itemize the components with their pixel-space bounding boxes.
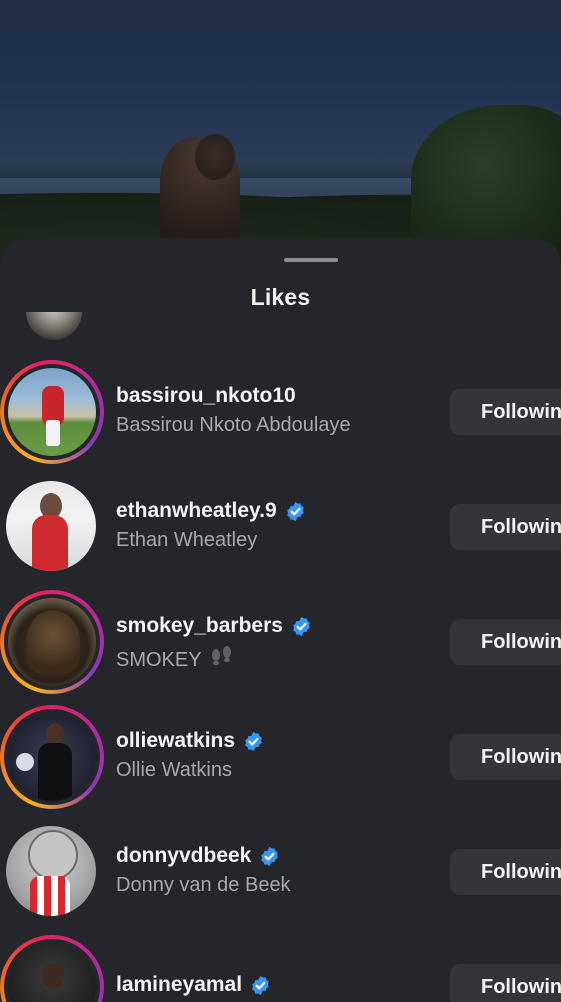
partial-avatar <box>26 312 82 340</box>
avatar-story-ring[interactable] <box>0 705 104 809</box>
like-row: bassirou_nkoto10 Bassirou Nkoto Abdoulay… <box>0 360 561 475</box>
footprints-icon <box>204 646 235 670</box>
avatar <box>6 826 96 916</box>
avatar-story-ring[interactable] <box>0 590 104 694</box>
sheet-title: Likes <box>250 284 311 310</box>
avatar-story-ring[interactable] <box>0 935 104 1002</box>
like-row: olliewatkins Ollie Watkins Following <box>0 705 561 820</box>
following-button[interactable]: Following <box>450 389 561 435</box>
following-button[interactable]: Following <box>450 734 561 780</box>
verified-badge-icon <box>259 846 280 867</box>
row-username[interactable]: lamineyamal <box>116 971 271 999</box>
avatar-story-ring[interactable] <box>0 360 104 464</box>
verified-badge-icon <box>250 975 271 996</box>
row-fullname: SMOKEY <box>116 644 312 671</box>
like-row: lamineyamal Following <box>0 935 561 1002</box>
following-button[interactable]: Following <box>450 849 561 895</box>
sheet-drag-handle[interactable] <box>284 258 338 262</box>
verified-badge-icon <box>285 501 306 522</box>
row-username[interactable]: bassirou_nkoto10 <box>116 382 351 410</box>
row-fullname: Ethan Wheatley <box>116 529 258 551</box>
row-username[interactable]: smokey_barbers <box>116 612 312 640</box>
row-fullname: Donny van de Beek <box>116 874 291 896</box>
avatar <box>8 368 96 456</box>
row-fullname: Bassirou Nkoto Abdoulaye <box>116 414 351 436</box>
row-username[interactable]: olliewatkins <box>116 727 264 755</box>
like-row: ethanwheatley.9 Ethan Wheatley Following <box>0 475 561 590</box>
background-post-photo <box>0 0 561 260</box>
following-button[interactable]: Following <box>450 964 561 1002</box>
row-username[interactable]: ethanwheatley.9 <box>116 497 306 525</box>
avatar-wrapper[interactable] <box>0 475 104 579</box>
background-trees <box>411 105 561 255</box>
like-row: donnyvdbeek Donny van de Beek Following <box>0 820 561 935</box>
following-button[interactable]: Following <box>450 619 561 665</box>
verified-badge-icon <box>291 616 312 637</box>
row-username[interactable]: donnyvdbeek <box>116 842 291 870</box>
row-fullname: Ollie Watkins <box>116 759 232 781</box>
verified-badge-icon <box>243 731 264 752</box>
avatar <box>6 481 96 571</box>
like-row: smokey_barbers SMOKEY Following <box>0 590 561 705</box>
avatar-wrapper[interactable] <box>0 820 104 924</box>
likes-sheet: Likes bassirou_nkoto10 Bassirou Nkoto Ab… <box>0 238 561 1002</box>
avatar <box>8 598 96 686</box>
avatar <box>8 713 96 801</box>
background-person-head <box>195 134 235 180</box>
following-button[interactable]: Following <box>450 504 561 550</box>
